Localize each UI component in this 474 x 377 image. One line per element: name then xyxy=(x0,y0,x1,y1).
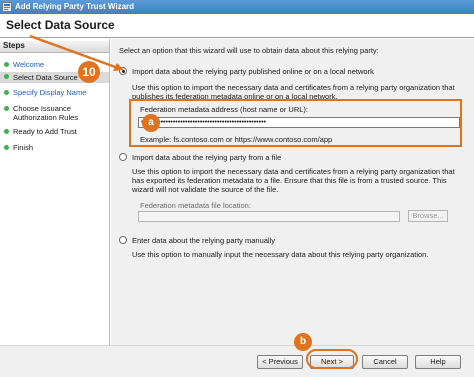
step-pending-icon xyxy=(4,129,9,134)
wizard-app-icon xyxy=(2,2,12,12)
step-label: Finish xyxy=(13,143,34,152)
step-number-callout: 10 xyxy=(78,61,100,83)
help-button[interactable]: Help xyxy=(415,355,461,369)
step-label: Ready to Add Trust xyxy=(13,127,77,136)
steps-pane: Steps Welcome Select Data Source Specify… xyxy=(0,39,110,345)
file-location-input[interactable] xyxy=(138,211,400,222)
radio-import-online[interactable] xyxy=(119,67,127,75)
title-bar: Add Relying Party Trust Wizard xyxy=(0,0,474,14)
step-pending-icon xyxy=(4,106,9,111)
previous-button[interactable]: < Previous xyxy=(257,355,303,369)
option-online-label[interactable]: Import data about the relying party publ… xyxy=(132,67,374,76)
window-title: Add Relying Party Trust Wizard xyxy=(15,2,135,11)
wizard-header: Select Data Source xyxy=(0,14,474,38)
radio-enter-manually[interactable] xyxy=(119,236,127,244)
step-pending-icon xyxy=(4,90,9,95)
marker-a-callout: a xyxy=(142,114,160,132)
step-pending-icon xyxy=(4,145,9,150)
page-title: Select Data Source xyxy=(6,18,115,32)
step-specify-display-name[interactable]: Specify Display Name xyxy=(0,88,109,98)
radio-import-file[interactable] xyxy=(119,153,127,161)
step-finish[interactable]: Finish xyxy=(0,143,109,153)
metadata-address-highlight xyxy=(129,99,462,147)
option-manual-description: Use this option to manually input the ne… xyxy=(132,250,429,259)
cancel-button[interactable]: Cancel xyxy=(362,355,408,369)
step-complete-icon xyxy=(4,62,9,67)
option-file-label[interactable]: Import data about the relying party from… xyxy=(132,153,281,162)
step-choose-issuance-rules[interactable]: Choose Issuance Authorization Rules xyxy=(0,104,109,124)
marker-b-callout: b xyxy=(294,333,312,351)
content-pane: Select an option that this wizard will u… xyxy=(111,39,474,345)
step-current-icon xyxy=(4,74,9,79)
intro-text: Select an option that this wizard will u… xyxy=(119,46,379,55)
option-file-description: Use this option to import the necessary … xyxy=(132,167,455,194)
file-location-label: Federation metadata file location: xyxy=(140,201,251,210)
step-label: Choose Issuance Authorization Rules xyxy=(13,104,79,122)
option-manual-label[interactable]: Enter data about the relying party manua… xyxy=(132,236,275,245)
wizard-footer: < Previous Next > Cancel Help xyxy=(0,345,474,377)
next-button-highlight xyxy=(306,349,358,369)
step-label: Specify Display Name xyxy=(13,88,87,97)
browse-button[interactable]: Browse... xyxy=(408,210,448,222)
steps-heading: Steps xyxy=(0,41,109,53)
step-ready-to-add-trust[interactable]: Ready to Add Trust xyxy=(0,127,109,137)
